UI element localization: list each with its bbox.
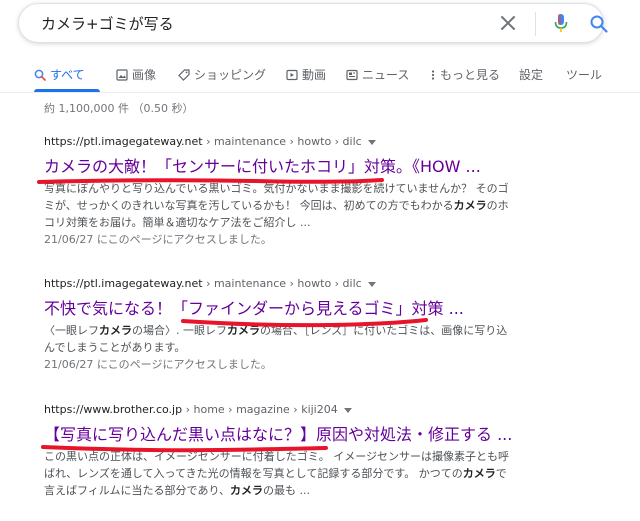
snippet-keyword: カメラ [230, 484, 264, 497]
visited-date: 21/06/27 にこのページにアクセスしました。 [44, 233, 272, 246]
search-result: https://ptl.imagegateway.net › maintenan… [44, 134, 604, 248]
snippet-text: ミが、せっかくのきれいな写真を汚しているかも！ 今回は、初めての方でもわかる [44, 199, 454, 212]
result-stats: 約 1,100,000 件 （0.50 秒） [44, 102, 194, 115]
tab-label: ニュース [362, 68, 410, 82]
tag-icon [178, 68, 190, 81]
annotation-underline [181, 318, 428, 328]
tab-label: もっと見る [440, 68, 501, 82]
snippet-text: 言えばフィルムに当たる部分であり、 [44, 484, 231, 497]
snippet-keyword: カメラ [99, 324, 132, 337]
search-input[interactable] [41, 12, 461, 34]
tab-news[interactable]: ニュース [346, 66, 409, 83]
caret-down-icon[interactable] [343, 407, 352, 413]
searchbox-divider [535, 12, 536, 36]
snippet-text: のホ [486, 199, 509, 212]
snippet-line: ばれ、レンズを通して入ってきた光の情報を写真として記録する部分です。 かつてのカ… [44, 465, 584, 482]
tabs-divider [0, 92, 640, 93]
tab-all[interactable]: すべて [34, 66, 85, 83]
search-box[interactable] [18, 3, 608, 43]
tab-more[interactable]: もっと見る [430, 66, 500, 83]
snippet-keyword: カメラ [462, 467, 496, 480]
snippet-text: の最も ... [263, 484, 311, 497]
tab-label: 動画 [302, 68, 327, 82]
caret-down-icon[interactable] [367, 139, 376, 145]
clear-icon[interactable] [499, 14, 517, 32]
tab-videos[interactable]: 動画 [286, 66, 326, 83]
snippet-line: 言えばフィルムに当たる部分であり、カメラの最も ... [44, 482, 584, 499]
result-path: › home › magazine › kiji204 [182, 403, 338, 416]
snippet-keyword: カメラ [453, 199, 487, 212]
snippet-line: コリ対策をお届け。簡単＆適切なケア法をご紹介し ... [44, 216, 311, 229]
annotation-underline [41, 445, 328, 453]
tab-label: ツール [566, 68, 603, 82]
result-snippet: この黒い点の正体は、イメージセンサーに付着したゴミ。 イメージセンサーは撮像素子… [44, 448, 584, 499]
annotation-underline [37, 178, 384, 184]
tab-settings[interactable]: 設定 [519, 66, 543, 83]
result-domain: https://ptl.imagegateway.net [44, 277, 203, 290]
snippet-text: ばれ、レンズを通して入ってきた光の情報を写真として記録する部分です。 かつての [44, 467, 463, 480]
mic-icon[interactable] [554, 13, 568, 33]
tab-label: 設定 [519, 68, 544, 82]
news-icon [346, 69, 358, 80]
result-domain: https://ptl.imagegateway.net [44, 135, 203, 148]
snippet-text: で [495, 467, 507, 480]
search-icon[interactable] [589, 14, 609, 34]
tab-shopping[interactable]: ショッピング [178, 66, 266, 83]
result-url[interactable]: https://www.brother.co.jp › home › magaz… [44, 402, 604, 418]
more-dots-icon [431, 69, 435, 80]
result-path: › maintenance › howto › dilc [202, 277, 362, 290]
result-path: › maintenance › howto › dilc [202, 135, 362, 148]
tab-label: ショッピング [194, 68, 267, 82]
tab-label: 画像 [132, 68, 157, 82]
result-title[interactable]: カメラの大敵！「センサーに付いたホコリ」対策。《HOW ... [44, 156, 604, 178]
tab-tools[interactable]: ツール [566, 66, 602, 83]
snippet-line: んでしまうことがあります。 [44, 341, 186, 354]
search-small-icon [34, 69, 46, 81]
result-domain: https://www.brother.co.jp [44, 403, 183, 416]
image-icon [116, 68, 128, 81]
snippet-line: ミが、せっかくのきれいな写真を汚しているかも！ 今回は、初めての方でもわかるカメ… [44, 197, 584, 214]
visited-date: 21/06/27 にこのページにアクセスしました。 [44, 358, 272, 371]
result-url[interactable]: https://ptl.imagegateway.net › maintenan… [44, 134, 604, 150]
snippet-text: 〈一眼レフ [44, 324, 99, 337]
search-tabs: すべて 画像 ショッピング 動画 ニュース もっと見る 設定 ツール [0, 60, 640, 92]
result-url[interactable]: https://ptl.imagegateway.net › maintenan… [44, 276, 604, 292]
tab-label: すべて [50, 68, 85, 82]
caret-down-icon[interactable] [367, 281, 376, 287]
video-icon [286, 69, 298, 80]
tab-images[interactable]: 画像 [116, 66, 156, 83]
